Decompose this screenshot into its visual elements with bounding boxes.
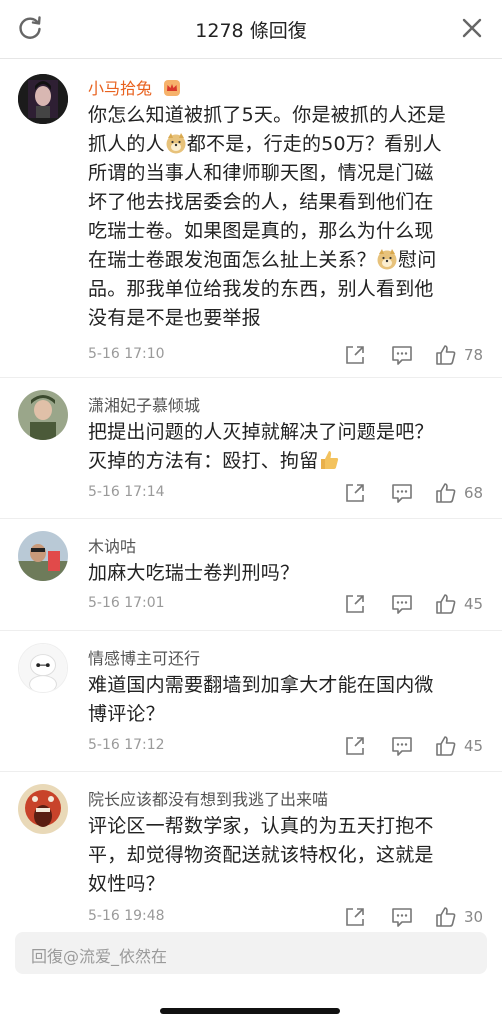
comment-item: 潇湘妃子慕倾城 把提出问题的人灭掉就解决了问题是吧？ 灭掉的方法有：殴打、拘留 … <box>0 378 502 519</box>
comment-meta: 5-16 17:12 45 <box>88 735 484 759</box>
share-icon[interactable] <box>344 482 366 504</box>
avatar[interactable] <box>18 390 68 440</box>
comment-line: 在瑞士卷跟发泡面怎么扯上关系？ 慰问 <box>88 246 480 275</box>
comment-line-part: 慰问 <box>398 249 437 271</box>
comment-meta: 5-16 17:14 68 <box>88 482 484 506</box>
username[interactable]: 木讷咕 <box>88 533 136 557</box>
reply-input[interactable]: 回復@流爱_依然在 <box>15 932 487 974</box>
comment-icon[interactable] <box>390 593 414 615</box>
comment-line: 抓人的人 都不是，行走的50万？看别人 <box>88 130 480 159</box>
home-indicator <box>160 1008 340 1014</box>
like-count: 45 <box>464 595 484 613</box>
username[interactable]: 小马拾兔 <box>88 75 181 99</box>
comment-line-part: 灭掉的方法有：殴打、拘留 <box>88 450 319 472</box>
comment-icon[interactable] <box>390 482 414 504</box>
comment-item: 木讷咕 加麻大吃瑞士卷判刑吗？ 5-16 17:01 45 <box>0 519 502 631</box>
thumbs-up-icon[interactable] <box>434 481 458 505</box>
thumbs-up-emoji-icon <box>321 451 339 469</box>
avatar[interactable] <box>18 784 68 834</box>
top-bar: 1278 條回復 <box>0 0 502 59</box>
comment-meta: 5-16 17:01 45 <box>88 593 484 617</box>
comment-text: 你怎么知道被抓了5天。你是被抓的人还是 抓人的人 都不是，行走的50万？看别人 所… <box>88 101 480 333</box>
timestamp: 5-16 17:01 <box>88 595 165 611</box>
doge-emoji-icon <box>377 249 397 270</box>
avatar[interactable] <box>18 531 68 581</box>
comment-text: 把提出问题的人灭掉就解决了问题是吧？ 灭掉的方法有：殴打、拘留 <box>88 418 480 476</box>
comment-line: 平，却觉得物资配送就该特权化，这就是 <box>88 844 434 866</box>
comment-text: 难道国内需要翻墙到加拿大才能在国内微 博评论？ <box>88 671 480 729</box>
timestamp: 5-16 17:12 <box>88 737 165 753</box>
comment-line: 难道国内需要翻墙到加拿大才能在国内微 <box>88 674 434 696</box>
comment-line: 品。那我单位给我发的东西，别人看到他 <box>88 278 434 300</box>
thumbs-up-icon[interactable] <box>434 905 458 929</box>
share-icon[interactable] <box>344 344 366 366</box>
timestamp: 5-16 17:14 <box>88 484 165 500</box>
comment-line: 你怎么知道被抓了5天。你是被抓的人还是 <box>88 104 446 126</box>
like-count: 45 <box>464 737 484 755</box>
comment-item: 院长应该都没有想到我逃了出来喵 评论区一帮数学家，认真的为五天打抱不 平，却觉得… <box>0 772 502 932</box>
thumbs-up-icon[interactable] <box>434 343 458 367</box>
comment-line: 坏了他去找居委会的人，结果看到他们在 <box>88 191 434 213</box>
close-icon[interactable] <box>458 14 486 42</box>
thumbs-up-icon[interactable] <box>434 592 458 616</box>
username-text[interactable]: 小马拾兔 <box>88 79 152 98</box>
comment-list: 小马拾兔 你怎么知道被抓了5天。你是被抓的人还是 抓人的人 都不是，行走的50万？… <box>0 59 502 932</box>
comment-line: 评论区一帮数学家，认真的为五天打抱不 <box>88 815 434 837</box>
share-icon[interactable] <box>344 735 366 757</box>
comment-meta: 5-16 19:48 30 <box>88 906 484 930</box>
like-count: 30 <box>464 908 484 926</box>
username[interactable]: 情感博主可还行 <box>88 645 200 669</box>
comment-line: 加麻大吃瑞士卷判刑吗？ <box>88 562 300 584</box>
username[interactable]: 院长应该都没有想到我逃了出来喵 <box>88 786 328 810</box>
comment-text: 加麻大吃瑞士卷判刑吗？ <box>88 559 480 588</box>
comment-line: 博评论？ <box>88 703 165 725</box>
comment-line: 灭掉的方法有：殴打、拘留 <box>88 447 480 476</box>
comment-line: 吃瑞士卷。如果图是真的，那么为什么现 <box>88 220 434 242</box>
comment-line-part: 都不是，行走的50万？看别人 <box>186 133 442 155</box>
username[interactable]: 潇湘妃子慕倾城 <box>88 392 200 416</box>
comment-line-part: 在瑞士卷跟发泡面怎么扯上关系？ <box>88 249 377 271</box>
thumbs-up-icon[interactable] <box>434 734 458 758</box>
page-title: 1278 條回復 <box>195 20 307 42</box>
doge-emoji-icon <box>166 133 186 154</box>
like-count: 78 <box>464 346 484 364</box>
comment-line-part: 抓人的人 <box>88 133 165 155</box>
comment-item: 小马拾兔 你怎么知道被抓了5天。你是被抓的人还是 抓人的人 都不是，行走的50万？… <box>0 59 502 378</box>
comment-line: 把提出问题的人灭掉就解决了问题是吧？ <box>88 421 434 443</box>
comment-line: 所谓的当事人和律师聊天图，情况是门磁 <box>88 162 434 184</box>
comment-icon[interactable] <box>390 344 414 366</box>
comment-item: 情感博主可还行 难道国内需要翻墙到加拿大才能在国内微 博评论？ 5-16 17:… <box>0 631 502 772</box>
like-count: 68 <box>464 484 484 502</box>
timestamp: 5-16 17:10 <box>88 346 165 362</box>
comment-line: 奴性吗？ <box>88 873 165 895</box>
share-icon[interactable] <box>344 906 366 928</box>
share-icon[interactable] <box>344 593 366 615</box>
timestamp: 5-16 19:48 <box>88 908 165 924</box>
avatar[interactable] <box>18 643 68 693</box>
avatar[interactable] <box>18 74 68 124</box>
comment-icon[interactable] <box>390 735 414 757</box>
reply-placeholder: 回復@流爱_依然在 <box>31 947 168 966</box>
comment-text: 评论区一帮数学家，认真的为五天打抱不 平，却觉得物资配送就该特权化，这就是 奴性… <box>88 812 480 899</box>
crown-badge-icon <box>164 80 181 96</box>
comment-meta: 5-16 17:10 78 <box>88 344 484 368</box>
comment-line: 没有是不是也要举报 <box>88 307 261 329</box>
comment-icon[interactable] <box>390 906 414 928</box>
